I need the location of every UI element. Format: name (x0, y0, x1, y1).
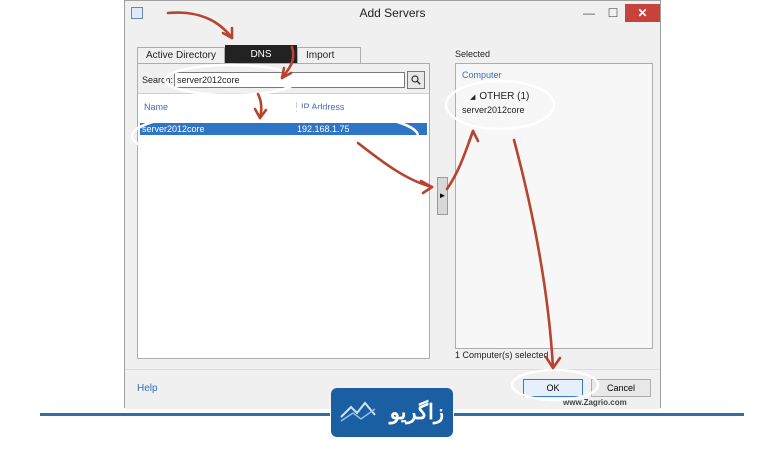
collapse-icon[interactable]: ◢ (470, 94, 475, 101)
add-to-selected-button[interactable]: ► (437, 177, 448, 215)
ok-button[interactable]: OK (523, 379, 583, 397)
help-link[interactable]: Help (137, 383, 158, 394)
cancel-button[interactable]: Cancel (591, 379, 651, 397)
selected-heading: Selected (455, 49, 491, 59)
minimize-button[interactable]: — (577, 4, 601, 22)
divider-right (454, 413, 744, 416)
logo-text: زاگریو (389, 401, 444, 424)
search-input[interactable]: server2012core (174, 72, 405, 88)
watermark: www.Zagrio.com (563, 398, 627, 407)
dns-panel: Search: server2012core Name IP Address s… (137, 63, 430, 359)
row-ip: 192.168.1.75 (297, 124, 350, 134)
table-row[interactable]: server2012core 192.168.1.75 (140, 123, 427, 135)
search-label: Search: (142, 75, 174, 85)
brand-logo: زاگریو (331, 388, 453, 437)
column-header-computer: Computer (462, 70, 502, 80)
maximize-button[interactable]: ☐ (601, 4, 625, 22)
search-button[interactable] (407, 71, 425, 89)
row-name: server2012core (142, 124, 205, 134)
tab-strip: Active Directory DNS Import (137, 45, 362, 63)
search-row: Search: server2012core (138, 64, 429, 94)
column-header-name[interactable]: Name (144, 102, 168, 112)
close-button[interactable]: ✕ (625, 4, 660, 22)
column-headers: Name IP Address (138, 98, 429, 116)
column-header-ip-address[interactable]: IP Address (296, 102, 344, 112)
title-bar: Add Servers — ☐ ✕ (125, 1, 660, 27)
group-label: OTHER (1) (479, 91, 530, 102)
selected-count: 1 Computer(s) selected (455, 350, 549, 360)
tab-import[interactable]: Import (297, 47, 362, 63)
tab-active-directory[interactable]: Active Directory (137, 47, 226, 63)
tab-dns[interactable]: DNS (225, 45, 298, 63)
divider-left (40, 413, 330, 416)
logo-wave-icon (340, 401, 376, 422)
selected-server-item[interactable]: server2012core (462, 105, 525, 115)
group-other[interactable]: ◢ OTHER (1) (470, 91, 529, 102)
search-icon (411, 75, 421, 85)
selected-panel: Computer ◢ OTHER (1) server2012core (455, 63, 653, 349)
add-servers-dialog: Add Servers — ☐ ✕ Active Directory DNS I… (124, 0, 661, 409)
